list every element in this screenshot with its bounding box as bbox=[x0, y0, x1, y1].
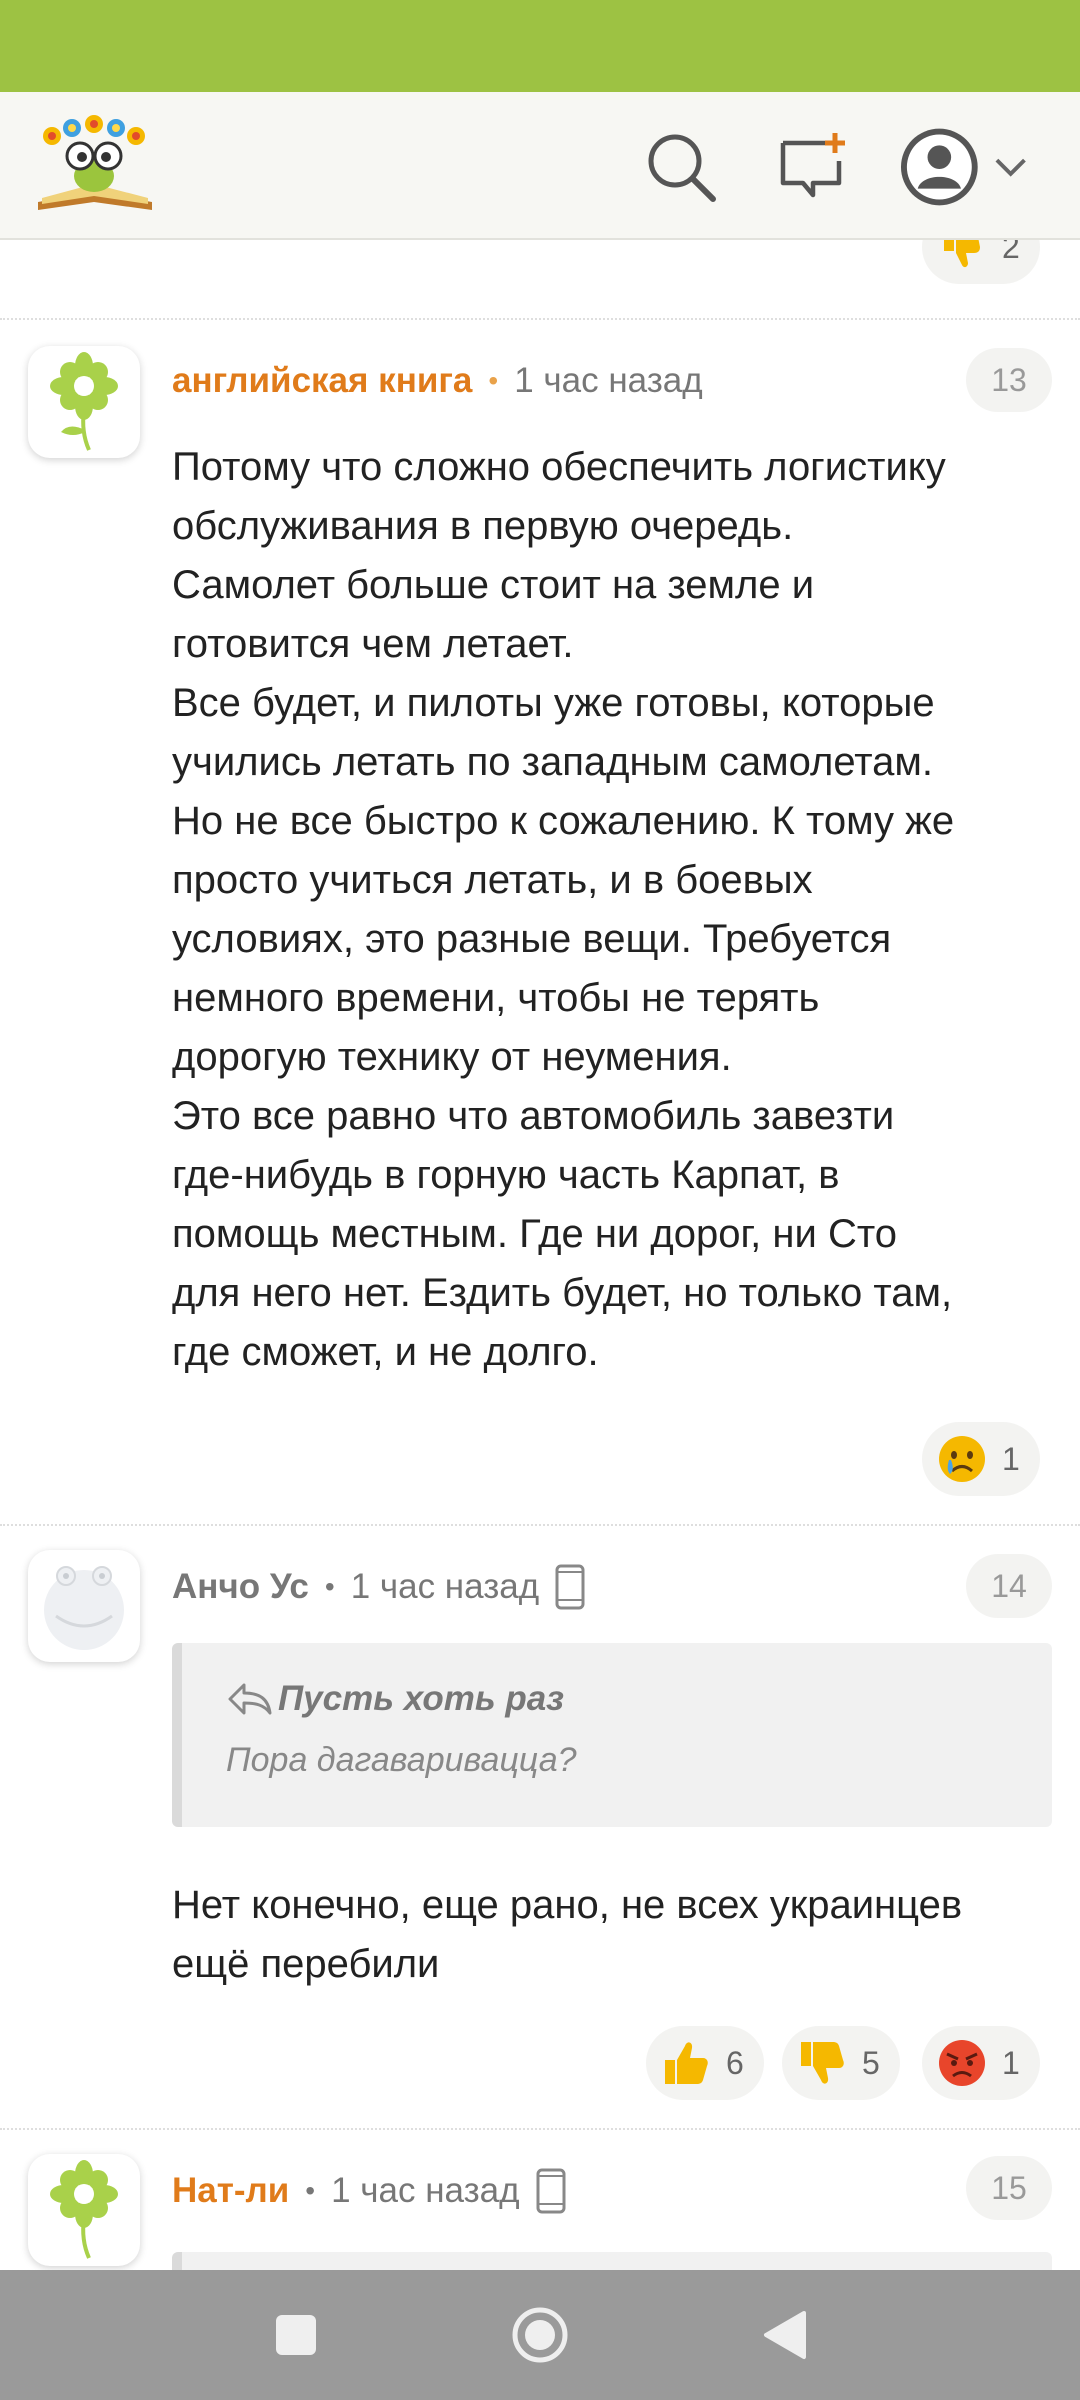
separator-dot: • bbox=[305, 2175, 316, 2206]
quote-title-row: Пусть хоть раз bbox=[226, 1679, 1052, 1719]
comment-text-line: для него нет. Ездить будет, но только та… bbox=[172, 1271, 953, 1315]
home-button[interactable] bbox=[500, 2295, 580, 2375]
new-message-icon[interactable] bbox=[768, 122, 858, 212]
comment-text-line: дорогую технику от неумения. bbox=[172, 1035, 732, 1079]
reaction-pill[interactable]: 6 bbox=[646, 2026, 764, 2100]
comment-text-line: обслуживания в первую очередь. bbox=[172, 504, 794, 548]
comment-number[interactable]: 13 bbox=[966, 348, 1052, 412]
reaction-pill[interactable]: 2 bbox=[922, 240, 1040, 284]
separator-dot: • bbox=[488, 365, 499, 396]
reaction-pill[interactable]: 1 bbox=[922, 2026, 1040, 2100]
comment-number[interactable]: 15 bbox=[966, 2156, 1052, 2220]
comment-text-line: готовится чем летает. bbox=[172, 622, 574, 666]
comment-time: 1 час назад bbox=[514, 361, 703, 400]
flower-avatar-icon bbox=[50, 2160, 118, 2259]
thumbs-down-icon bbox=[796, 2037, 848, 2089]
reaction-count: 5 bbox=[862, 2044, 880, 2081]
separator-dot: • bbox=[324, 1571, 335, 1602]
comment-text-line: где-нибудь в горную часть Карпат, в bbox=[172, 1153, 840, 1197]
comment-text-line: ещё перебили bbox=[172, 1942, 440, 1986]
comment-time: 1 час назад bbox=[331, 2171, 520, 2210]
comment-text-line: Самолет больше стоит на земле и bbox=[172, 563, 815, 607]
comment-text-line: учились летать по западным самолетам. bbox=[172, 740, 933, 784]
reaction-count: 1 bbox=[1002, 2044, 1020, 2081]
comment-author[interactable]: английская книга bbox=[172, 361, 472, 401]
reaction-count: 2 bbox=[1002, 240, 1020, 265]
back-button[interactable] bbox=[744, 2295, 824, 2375]
search-icon[interactable] bbox=[636, 122, 726, 212]
comment-author[interactable]: Анчо Ус bbox=[172, 1567, 309, 1607]
mobile-device-icon bbox=[555, 1564, 585, 1610]
book-daisy-logo-icon[interactable] bbox=[30, 110, 160, 220]
profile-avatar-icon bbox=[900, 128, 978, 206]
comment-text-line: Все будет, и пилоты уже готовы, которые bbox=[172, 681, 935, 725]
comment-text-line: Потому что сложно обеспечить логистику bbox=[172, 445, 946, 489]
comments-feed[interactable]: 2 английская книга • 1 час назад 13 Пото… bbox=[0, 240, 1080, 2270]
comment-number[interactable]: 14 bbox=[966, 1554, 1052, 1618]
app-header bbox=[0, 92, 1080, 240]
mobile-device-icon bbox=[536, 2168, 566, 2214]
system-navigation-bar bbox=[0, 2270, 1080, 2400]
reaction-count: 1 bbox=[1002, 1440, 1020, 1477]
comment-text-line: где сможет, и не долго. bbox=[172, 1330, 599, 1374]
crying-face-icon bbox=[936, 1433, 988, 1485]
ghost-avatar-icon bbox=[44, 1566, 124, 1650]
comment-divider bbox=[0, 318, 1080, 320]
reaction-pill[interactable]: 1 bbox=[922, 1422, 1040, 1496]
comment-meta: Нат-ли • 1 час назад bbox=[172, 2166, 566, 2216]
comment-avatar[interactable] bbox=[28, 1550, 140, 1662]
recent-apps-button[interactable] bbox=[256, 2295, 336, 2375]
comment-avatar[interactable] bbox=[28, 346, 140, 458]
comment-author[interactable]: Нат-ли bbox=[172, 2171, 289, 2211]
quoted-reply[interactable] bbox=[172, 2252, 1052, 2270]
comment-time: 1 час назад bbox=[350, 1567, 540, 1606]
reaction-count: 6 bbox=[726, 2044, 744, 2081]
thumbs-down-icon bbox=[936, 240, 988, 273]
status-bar bbox=[0, 0, 1080, 92]
comment-meta: английская книга • 1 час назад bbox=[172, 356, 703, 406]
comment-divider bbox=[0, 1524, 1080, 1526]
angry-face-icon bbox=[936, 2037, 988, 2089]
comment-text-line: Но не все быстро к сожалению. К тому же bbox=[172, 799, 955, 843]
comment-text: Потому что сложно обеспечить логистику об… bbox=[172, 438, 1052, 1382]
comment-divider bbox=[0, 2128, 1080, 2130]
comment-text-line: немного времени, чтобы не терять bbox=[172, 976, 820, 1020]
quoted-reply[interactable]: Пусть хоть раз Пора дагаваривацца? bbox=[172, 1643, 1052, 1827]
thumbs-up-icon bbox=[660, 2037, 712, 2089]
reply-arrow-icon bbox=[228, 1683, 272, 1715]
quote-text: Пора дагаваривацца? bbox=[226, 1741, 577, 1779]
comment-text-line: помощь местным. Где ни дорог, ни Сто bbox=[172, 1212, 897, 1256]
reaction-pill[interactable]: 5 bbox=[782, 2026, 900, 2100]
quote-author: Пусть хоть раз bbox=[278, 1679, 565, 1718]
chevron-down-icon bbox=[995, 158, 1026, 177]
flower-avatar-icon bbox=[50, 352, 118, 451]
profile-menu-button[interactable] bbox=[900, 122, 1030, 212]
comment-text-line: просто учиться летать, и в боевых bbox=[172, 858, 813, 902]
comment-avatar[interactable] bbox=[28, 2154, 140, 2266]
comment-text-line: Нет конечно, еще рано, не всех украинцев bbox=[172, 1883, 963, 1927]
comment-text-line: Это все равно что автомобиль завезти bbox=[172, 1094, 895, 1138]
comment-text-line: условиях, это разные вещи. Требуется bbox=[172, 917, 892, 961]
comment-meta: Анчо Ус • 1 час назад bbox=[172, 1562, 585, 1612]
comment-text: Нет конечно, еще рано, не всех украинцев… bbox=[172, 1876, 1052, 1994]
